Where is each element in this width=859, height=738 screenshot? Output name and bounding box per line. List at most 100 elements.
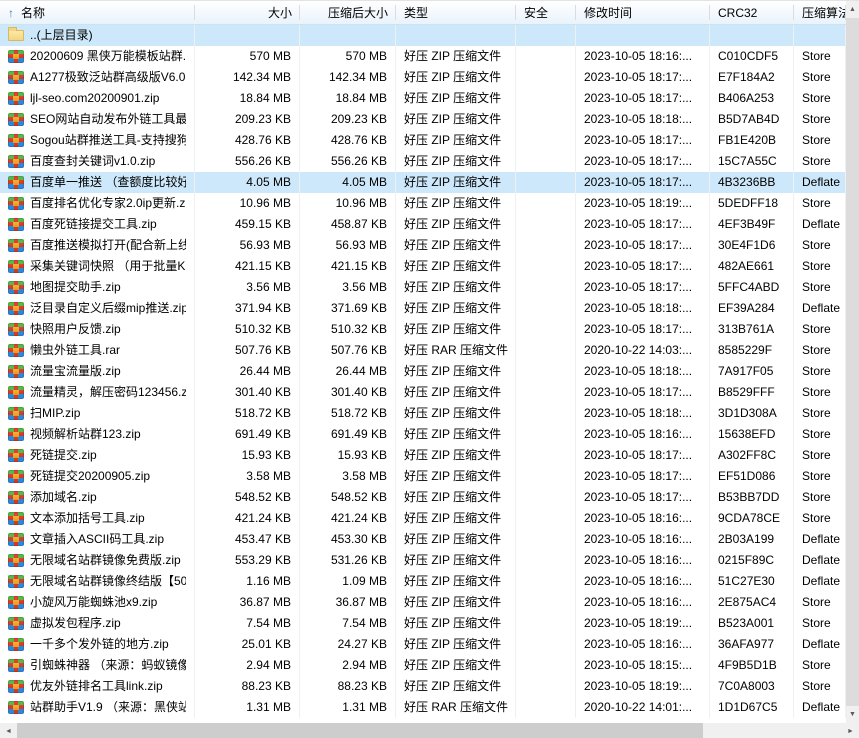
file-row[interactable]: 添加域名.zip548.52 KB548.52 KB好压 ZIP 压缩文件202… [0, 487, 846, 508]
horizontal-scrollbar-thumb[interactable] [17, 723, 703, 738]
cell-name: 流量宝流量版.zip [0, 361, 195, 382]
cell-security [516, 319, 576, 340]
file-row[interactable]: 死链提交20200905.zip3.58 MB3.58 MB好压 ZIP 压缩文… [0, 466, 846, 487]
cell-security [516, 508, 576, 529]
cell-packed: 3.56 MB [300, 277, 396, 298]
file-row[interactable]: 采集关键词快照 （用于批量K站...421.15 KB421.15 KB好压 Z… [0, 256, 846, 277]
scroll-right-icon[interactable]: ► [842, 723, 859, 738]
file-row[interactable]: 文章插入ASCII码工具.zip453.47 KB453.30 KB好压 ZIP… [0, 529, 846, 550]
column-header-type[interactable]: 类型 [396, 1, 516, 24]
vertical-scrollbar-thumb[interactable] [846, 18, 859, 706]
archive-icon [8, 302, 24, 315]
parent-directory-row[interactable]: ..(上层目录) [0, 25, 846, 46]
cell-packed: 518.72 KB [300, 403, 396, 424]
cell-crc32: EF39A284 [710, 298, 794, 319]
cell-security [516, 193, 576, 214]
column-header-size[interactable]: 大小 [195, 1, 300, 24]
file-name: 添加域名.zip [30, 487, 97, 508]
cell-security [516, 277, 576, 298]
file-row[interactable]: 引蜘蛛神器 （来源：蚂蚁镜像...2.94 MB2.94 MB好压 ZIP 压缩… [0, 655, 846, 676]
file-row[interactable]: 文本添加括号工具.zip421.24 KB421.24 KB好压 ZIP 压缩文… [0, 508, 846, 529]
file-row[interactable]: 视频解析站群123.zip691.49 KB691.49 KB好压 ZIP 压缩… [0, 424, 846, 445]
file-row[interactable]: 死链提交.zip15.93 KB15.93 KB好压 ZIP 压缩文件2023-… [0, 445, 846, 466]
cell-packed: 26.44 MB [300, 361, 396, 382]
file-row[interactable]: 无限域名站群镜像免费版.zip553.29 KB531.26 KB好压 ZIP … [0, 550, 846, 571]
scroll-up-icon[interactable]: ▲ [846, 1, 859, 18]
file-row[interactable]: 站群助手V1.9 （来源：黑侠站...1.31 MB1.31 MB好压 RAR … [0, 697, 846, 718]
column-header-security[interactable]: 安全 [516, 1, 576, 24]
cell-type: 好压 ZIP 压缩文件 [396, 277, 516, 298]
file-row[interactable]: 一千多个发外链的地方.zip25.01 KB24.27 KB好压 ZIP 压缩文… [0, 634, 846, 655]
cell-name: 无限域名站群镜像终结版【500... [0, 571, 195, 592]
vertical-scrollbar[interactable]: ▲ ▼ [846, 1, 859, 723]
file-name: 流量精灵，解压密码123456.zip [30, 382, 186, 403]
scroll-left-icon[interactable]: ◄ [0, 723, 17, 738]
cell-security [516, 382, 576, 403]
file-name: 一千多个发外链的地方.zip [30, 634, 169, 655]
file-name: 百度推送模拟打开(配合新上线... [30, 235, 186, 256]
cell-mtime: 2023-10-05 18:15:... [576, 655, 710, 676]
cell-crc32: B5D7AB4D [710, 109, 794, 130]
cell-packed: 510.32 KB [300, 319, 396, 340]
file-row[interactable]: Sogou站群推送工具-支持搜狗...428.76 KB428.76 KB好压 … [0, 130, 846, 151]
file-row[interactable]: 百度推送模拟打开(配合新上线...56.93 MB56.93 MB好压 ZIP … [0, 235, 846, 256]
file-row[interactable]: 无限域名站群镜像终结版【500...1.16 MB1.09 MB好压 ZIP 压… [0, 571, 846, 592]
file-row[interactable]: 优友外链排名工具link.zip88.23 KB88.23 KB好压 ZIP 压… [0, 676, 846, 697]
file-row[interactable]: ljl-seo.com20200901.zip18.84 MB18.84 MB好… [0, 88, 846, 109]
cell-size: 7.54 MB [195, 613, 300, 634]
column-header-name[interactable]: ↑名称 [0, 1, 195, 24]
cell-size: 15.93 KB [195, 445, 300, 466]
archive-icon [8, 533, 24, 546]
column-header-label: CRC32 [718, 6, 757, 20]
file-row[interactable]: 泛目录自定义后缀mip推送.zip371.94 KB371.69 KB好压 ZI… [0, 298, 846, 319]
file-row[interactable]: SEO网站自动发布外链工具最...209.23 KB209.23 KB好压 ZI… [0, 109, 846, 130]
archive-icon [8, 155, 24, 168]
file-name: 无限域名站群镜像免费版.zip [30, 550, 181, 571]
file-row[interactable]: 流量宝流量版.zip26.44 MB26.44 MB好压 ZIP 压缩文件202… [0, 361, 846, 382]
file-row[interactable]: 流量精灵，解压密码123456.zip301.40 KB301.40 KB好压 … [0, 382, 846, 403]
file-row[interactable]: 百度排名优化专家2.0ip更新.zip10.96 MB10.96 MB好压 ZI… [0, 193, 846, 214]
file-row[interactable]: 地图提交助手.zip3.56 MB3.56 MB好压 ZIP 压缩文件2023-… [0, 277, 846, 298]
file-row[interactable]: 百度查封关键词v1.0.zip556.26 KB556.26 KB好压 ZIP … [0, 151, 846, 172]
file-row[interactable]: 百度死链接提交工具.zip459.15 KB458.87 KB好压 ZIP 压缩… [0, 214, 846, 235]
cell-type: 好压 ZIP 压缩文件 [396, 298, 516, 319]
cell-name: 死链提交20200905.zip [0, 466, 195, 487]
cell-size: 556.26 KB [195, 151, 300, 172]
cell-name: 地图提交助手.zip [0, 277, 195, 298]
cell-packed: 301.40 KB [300, 382, 396, 403]
column-header-row: ↑名称大小压缩后大小类型安全修改时间 CRC32 压缩算法 [0, 1, 846, 25]
cell-crc32: 2B03A199 [710, 529, 794, 550]
scroll-down-icon[interactable]: ▼ [846, 706, 859, 723]
column-header-crc32[interactable]: CRC32 [710, 1, 794, 24]
cell-size: 56.93 MB [195, 235, 300, 256]
file-list: ↑名称大小压缩后大小类型安全修改时间 CRC32 压缩算法 ..(上层目录)2020… [0, 1, 846, 723]
cell-crc32: 36AFA977 [710, 634, 794, 655]
file-row[interactable]: A1277极致泛站群高级版V6.0....142.34 MB142.34 MB好… [0, 67, 846, 88]
cell-size: 36.87 MB [195, 592, 300, 613]
cell-security [516, 466, 576, 487]
column-header-algo[interactable]: 压缩算法 [794, 1, 846, 24]
file-row[interactable]: 懒虫外链工具.rar507.76 KB507.76 KB好压 RAR 压缩文件2… [0, 340, 846, 361]
cell-packed: 10.96 MB [300, 193, 396, 214]
horizontal-scrollbar[interactable]: ◄ ► [0, 723, 859, 738]
cell-name: ..(上层目录) [0, 25, 195, 46]
cell-security [516, 424, 576, 445]
cell-mtime: 2023-10-05 18:17:... [576, 67, 710, 88]
archive-icon [8, 386, 24, 399]
file-row[interactable]: 20200609 黑侠万能模板站群...570 MB570 MB好压 ZIP 压… [0, 46, 846, 67]
archive-icon [8, 239, 24, 252]
cell-algo: Store [794, 109, 846, 130]
column-header-mtime[interactable]: 修改时间 [576, 1, 710, 24]
file-row[interactable]: 虚拟发包程序.zip7.54 MB7.54 MB好压 ZIP 压缩文件2023-… [0, 613, 846, 634]
cell-packed: 421.24 KB [300, 508, 396, 529]
file-row[interactable]: 小旋风万能蜘蛛池x9.zip36.87 MB36.87 MB好压 ZIP 压缩文… [0, 592, 846, 613]
cell-name: 采集关键词快照 （用于批量K站... [0, 256, 195, 277]
file-row[interactable]: 百度单一推送 （查额度比较好...4.05 MB4.05 MB好压 ZIP 压缩… [0, 172, 846, 193]
column-header-packed[interactable]: 压缩后大小 [300, 1, 396, 24]
file-name: ..(上层目录) [30, 25, 93, 46]
file-row[interactable]: 扫MIP.zip518.72 KB518.72 KB好压 ZIP 压缩文件202… [0, 403, 846, 424]
file-name: 扫MIP.zip [30, 403, 80, 424]
cell-name: SEO网站自动发布外链工具最... [0, 109, 195, 130]
file-row[interactable]: 快照用户反馈.zip510.32 KB510.32 KB好压 ZIP 压缩文件2… [0, 319, 846, 340]
cell-mtime: 2023-10-05 18:17:... [576, 235, 710, 256]
